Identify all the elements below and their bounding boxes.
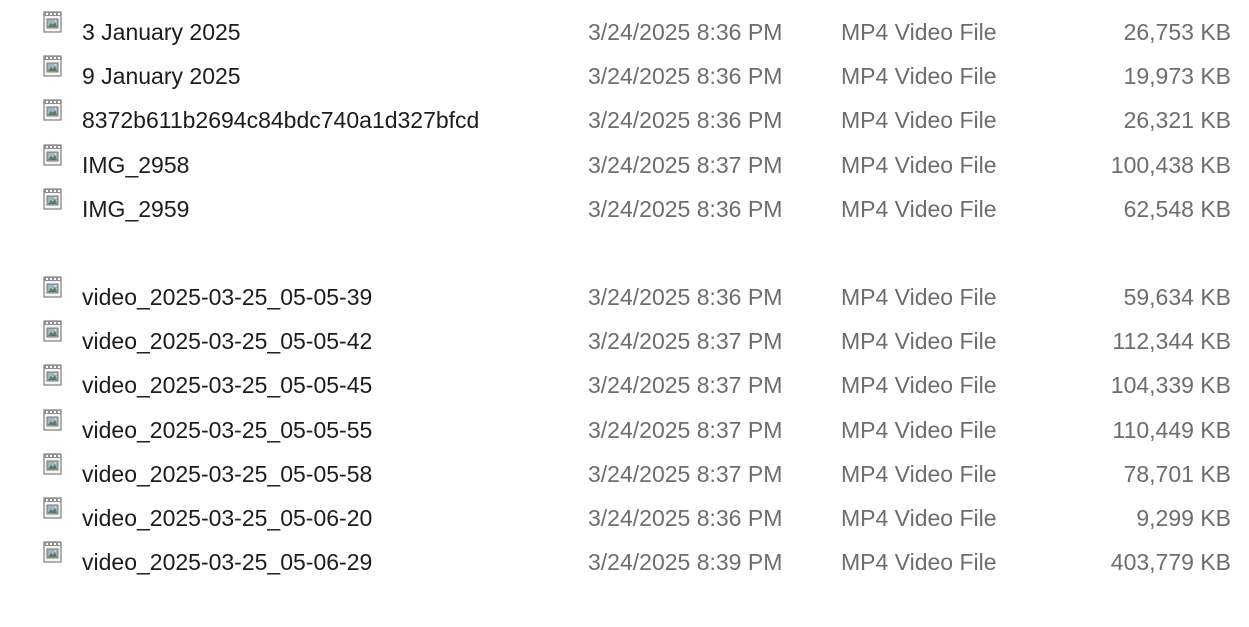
file-date-modified: 3/24/2025 8:39 PM xyxy=(588,549,783,576)
file-row[interactable]: video_2025-03-25_05-05-42 3/24/2025 8:37… xyxy=(0,319,1249,363)
file-size: 59,634 KB xyxy=(1123,284,1231,310)
file-size: 26,753 KB xyxy=(1123,19,1231,45)
file-date-modified: 3/24/2025 8:36 PM xyxy=(588,195,783,222)
file-name: video_2025-03-25_05-05-55 xyxy=(82,416,373,443)
file-group: 3 January 2025 3/24/2025 8:36 PM MP4 Vid… xyxy=(0,10,1249,231)
file-row[interactable]: video_2025-03-25_05-05-55 3/24/2025 8:37… xyxy=(0,408,1249,452)
file-name: video_2025-03-25_05-05-45 xyxy=(82,372,373,399)
file-date-modified: 3/24/2025 8:37 PM xyxy=(588,416,783,443)
file-name: video_2025-03-25_05-05-58 xyxy=(82,460,373,487)
video-file-icon xyxy=(41,408,65,432)
file-type: MP4 Video File xyxy=(841,19,997,45)
file-group: video_2025-03-25_05-05-39 3/24/2025 8:36… xyxy=(0,275,1249,584)
file-row[interactable]: IMG_2959 3/24/2025 8:36 PM MP4 Video Fil… xyxy=(0,187,1249,231)
video-file-icon xyxy=(41,98,65,122)
file-type: MP4 Video File xyxy=(841,460,997,487)
file-name: IMG_2958 xyxy=(82,151,190,178)
file-name: 9 January 2025 xyxy=(82,63,241,90)
file-name: video_2025-03-25_05-06-20 xyxy=(82,504,373,531)
file-type: MP4 Video File xyxy=(841,151,997,178)
file-size: 26,321 KB xyxy=(1123,107,1231,134)
video-file-icon xyxy=(41,540,65,564)
file-type: MP4 Video File xyxy=(841,549,997,576)
file-row[interactable]: 8372b611b2694c84bdc740a1d327bfcd 3/24/20… xyxy=(0,98,1249,142)
file-size: 403,779 KB xyxy=(1110,549,1231,576)
file-type: MP4 Video File xyxy=(841,416,997,443)
file-date-modified: 3/24/2025 8:36 PM xyxy=(588,107,783,134)
file-size: 19,973 KB xyxy=(1123,63,1231,90)
file-name: 3 January 2025 xyxy=(82,19,241,45)
file-type: MP4 Video File xyxy=(841,63,997,90)
file-date-modified: 3/24/2025 8:36 PM xyxy=(588,504,783,531)
file-size: 100,438 KB xyxy=(1110,151,1231,178)
file-name: video_2025-03-25_05-06-29 xyxy=(82,549,373,576)
file-date-modified: 3/24/2025 8:37 PM xyxy=(588,460,783,487)
file-size: 78,701 KB xyxy=(1123,460,1231,487)
file-date-modified: 3/24/2025 8:36 PM xyxy=(588,63,783,90)
file-size: 104,339 KB xyxy=(1110,372,1231,399)
file-name: IMG_2959 xyxy=(82,195,190,222)
video-file-icon xyxy=(41,187,65,211)
video-file-icon xyxy=(41,143,65,167)
file-type: MP4 Video File xyxy=(841,195,997,222)
file-row[interactable]: video_2025-03-25_05-05-39 3/24/2025 8:36… xyxy=(0,275,1249,319)
video-file-icon xyxy=(41,275,65,299)
video-file-icon xyxy=(41,496,65,520)
file-date-modified: 3/24/2025 8:36 PM xyxy=(588,284,783,310)
file-date-modified: 3/24/2025 8:37 PM xyxy=(588,328,783,355)
file-size: 62,548 KB xyxy=(1123,195,1231,222)
file-date-modified: 3/24/2025 8:37 PM xyxy=(588,151,783,178)
file-type: MP4 Video File xyxy=(841,284,997,310)
file-size: 9,299 KB xyxy=(1136,504,1231,531)
file-type: MP4 Video File xyxy=(841,107,997,134)
file-size: 110,449 KB xyxy=(1112,416,1231,443)
file-type: MP4 Video File xyxy=(841,504,997,531)
video-file-icon xyxy=(41,363,65,387)
file-name: video_2025-03-25_05-05-42 xyxy=(82,328,373,355)
file-row[interactable]: video_2025-03-25_05-05-58 3/24/2025 8:37… xyxy=(0,452,1249,496)
video-file-icon xyxy=(41,10,65,34)
file-date-modified: 3/24/2025 8:37 PM xyxy=(588,372,783,399)
file-list: 3 January 2025 3/24/2025 8:36 PM MP4 Vid… xyxy=(0,0,1249,627)
file-row[interactable]: 3 January 2025 3/24/2025 8:36 PM MP4 Vid… xyxy=(0,10,1249,54)
file-type: MP4 Video File xyxy=(841,372,997,399)
file-date-modified: 3/24/2025 8:36 PM xyxy=(588,19,783,45)
file-row[interactable]: video_2025-03-25_05-06-20 3/24/2025 8:36… xyxy=(0,496,1249,540)
file-name: video_2025-03-25_05-05-39 xyxy=(82,284,373,310)
video-file-icon xyxy=(41,319,65,343)
file-name: 8372b611b2694c84bdc740a1d327bfcd xyxy=(82,107,480,134)
file-row[interactable]: video_2025-03-25_05-06-29 3/24/2025 8:39… xyxy=(0,540,1249,584)
file-row[interactable]: IMG_2958 3/24/2025 8:37 PM MP4 Video Fil… xyxy=(0,143,1249,187)
video-file-icon xyxy=(41,54,65,78)
video-file-icon xyxy=(41,452,65,476)
file-type: MP4 Video File xyxy=(841,328,997,355)
file-row[interactable]: 9 January 2025 3/24/2025 8:36 PM MP4 Vid… xyxy=(0,54,1249,98)
file-row[interactable]: video_2025-03-25_05-05-45 3/24/2025 8:37… xyxy=(0,363,1249,407)
file-size: 112,344 KB xyxy=(1112,328,1231,355)
